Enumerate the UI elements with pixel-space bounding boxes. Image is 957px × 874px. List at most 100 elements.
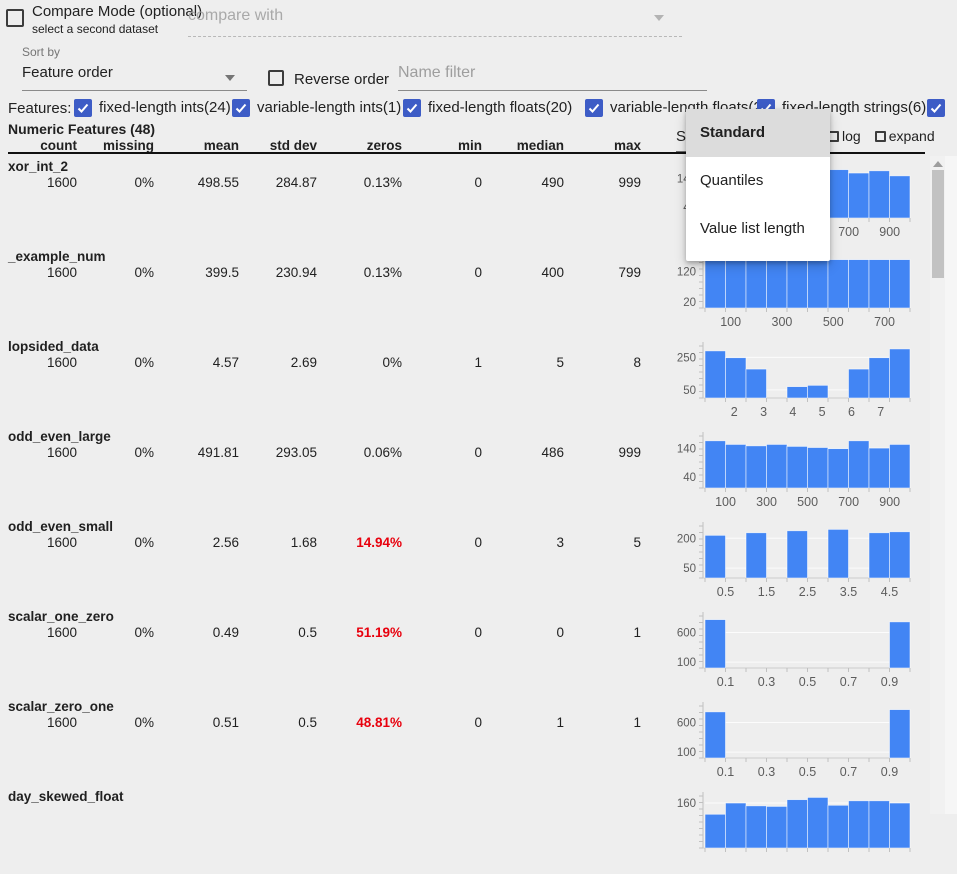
checkbox-checked-icon[interactable] [927,99,945,117]
caret-down-icon [654,15,664,21]
svg-text:100: 100 [677,747,696,759]
stat-median: 490 [486,175,568,190]
compare-mode-title: Compare Mode (optional) [32,3,202,20]
svg-text:600: 600 [677,628,696,640]
stat-mean: 0.51 [158,715,243,730]
sort-by-label: Sort by [22,45,60,59]
table-row: 1600 0% 2.56 1.68 14.94% 0 3 5 [0,535,645,550]
stat-min: 1 [406,355,486,370]
svg-text:500: 500 [797,495,818,509]
stat-missing: 0% [81,535,158,550]
stat-zeros: 48.81% [321,715,406,730]
compare-with-select[interactable]: compare with [188,7,682,37]
svg-text:0.9: 0.9 [881,765,898,779]
svg-text:160: 160 [677,798,696,810]
stat-max: 1 [568,715,645,730]
feature-type-fixed-ints[interactable]: fixed-length ints(24) [74,99,231,117]
stat-missing: 0% [81,175,158,190]
table-row: 1600 0% 399.5 230.94 0.13% 0 400 799 [0,265,645,280]
svg-text:0.5: 0.5 [717,585,734,599]
stat-count: 1600 [0,265,81,280]
stat-zeros: 0.13% [321,265,406,280]
svg-text:4.5: 4.5 [881,585,898,599]
svg-text:3: 3 [760,405,767,419]
features-label: Features: [8,100,71,117]
stat-count: 1600 [0,175,81,190]
stat-missing: 0% [81,445,158,460]
feature-type-label: variable-length ints(1) [257,99,401,117]
svg-text:140: 140 [677,444,696,456]
compare-with-placeholder: compare with [188,7,283,24]
table-row: 1600 0% 0.51 0.5 48.81% 0 1 1 [0,715,645,730]
checkbox-checked-icon[interactable] [74,99,92,117]
log-toggle[interactable]: log [828,128,861,144]
stat-max: 5 [568,535,645,550]
svg-text:500: 500 [823,315,844,329]
svg-text:50: 50 [683,563,696,575]
name-filter-placeholder: Name filter [398,64,475,81]
stat-mean: 399.5 [158,265,243,280]
feature-type-variable-ints[interactable]: variable-length ints(1) [232,99,401,117]
stat-max: 1 [568,625,645,640]
stat-min: 0 [406,535,486,550]
expand-label: expand [889,128,935,144]
scrollbar-thumb[interactable] [932,170,944,278]
feature-name: odd_even_large [8,429,111,444]
scroll-up-icon[interactable] [933,161,943,167]
caret-down-icon [225,75,235,81]
table-row: 1600 0% 0.49 0.5 51.19% 0 0 1 [0,625,645,640]
stat-mean: 4.57 [158,355,243,370]
column-header-stddev: std dev [243,138,321,153]
column-header-median: median [486,138,568,153]
histogram-chart: 200500.51.52.53.54.5 [660,518,915,604]
svg-text:700: 700 [874,315,895,329]
svg-text:2.5: 2.5 [799,585,816,599]
feature-type-variable-strings[interactable] [927,99,952,117]
stat-median: 5 [486,355,568,370]
menu-item-standard[interactable]: Standard [686,109,830,157]
log-label: log [842,128,861,144]
stat-min: 0 [406,445,486,460]
stat-count: 1600 [0,355,81,370]
stat-median: 1 [486,715,568,730]
menu-item-quantiles[interactable]: Quantiles [686,157,830,205]
compare-mode-checkbox[interactable] [6,9,24,27]
feature-name: xor_int_2 [8,159,68,174]
stat-zeros: 0% [321,355,406,370]
stat-median: 0 [486,625,568,640]
stat-missing: 0% [81,625,158,640]
table-row: 1600 0% 498.55 284.87 0.13% 0 490 999 [0,175,645,190]
checkbox-unchecked-icon[interactable] [875,131,886,142]
histogram-chart: 25050234567 [660,338,915,424]
section-title: Numeric Features (48) [8,121,155,137]
svg-text:0.5: 0.5 [799,675,816,689]
stat-missing: 0% [81,715,158,730]
sort-by-select[interactable]: Feature order [22,64,247,91]
checkbox-checked-icon[interactable] [585,99,603,117]
feature-type-label: fixed-length floats(20) [428,99,572,117]
stat-stddev: 293.05 [243,445,321,460]
stat-median: 3 [486,535,568,550]
svg-text:40: 40 [683,472,696,484]
checkbox-checked-icon[interactable] [403,99,421,117]
stat-max: 999 [568,175,645,190]
feature-name: scalar_one_zero [8,609,114,624]
svg-text:0.7: 0.7 [840,765,857,779]
stat-count: 1600 [0,715,81,730]
svg-text:0.1: 0.1 [717,675,734,689]
stat-min: 0 [406,175,486,190]
name-filter-input[interactable]: Name filter [398,64,707,91]
svg-text:100: 100 [715,495,736,509]
reverse-order-checkbox[interactable] [268,70,284,86]
menu-item-value-list-length[interactable]: Value list length [686,205,830,253]
stat-min: 0 [406,625,486,640]
expand-toggle[interactable]: expand [875,128,935,144]
chart-type-menu: Standard Quantiles Value list length [686,109,830,261]
checkbox-checked-icon[interactable] [232,99,250,117]
svg-text:3.5: 3.5 [840,585,857,599]
svg-text:4: 4 [789,405,796,419]
stat-stddev: 1.68 [243,535,321,550]
column-header-count: count [0,138,81,153]
feature-type-fixed-floats[interactable]: fixed-length floats(20) [403,99,572,117]
stat-stddev: 2.69 [243,355,321,370]
